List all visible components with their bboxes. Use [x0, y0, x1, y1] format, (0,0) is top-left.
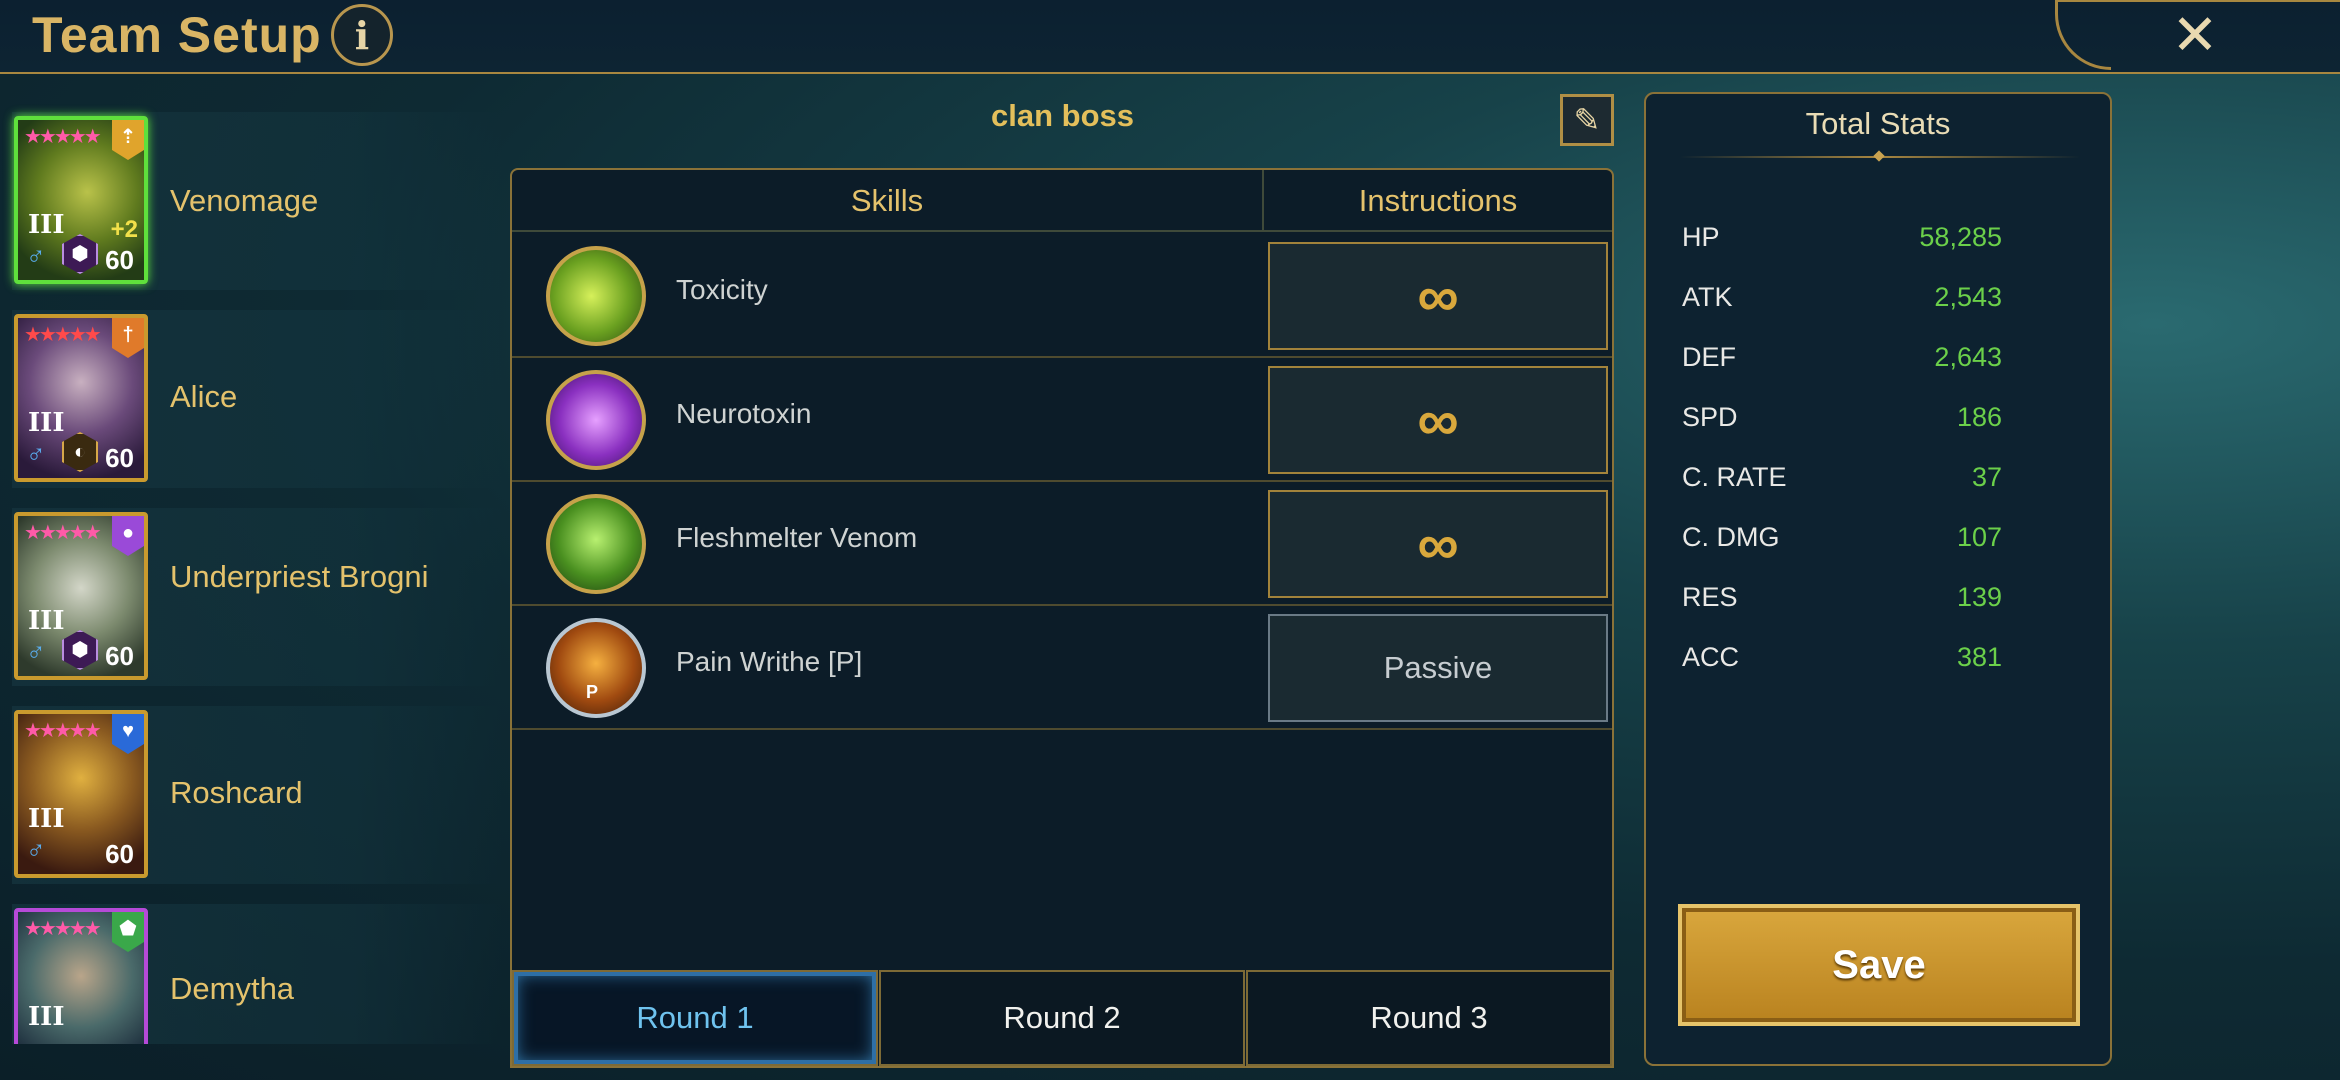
- close-icon[interactable]: ✕: [2168, 4, 2222, 66]
- champion-level: 60: [105, 245, 134, 275]
- champion-slot-2[interactable]: ★★★★★ † III ♂ ◐ 60 Alice: [12, 310, 502, 488]
- page-title: Team Setup: [32, 7, 322, 63]
- passive-label: Passive: [1268, 614, 1608, 722]
- stat-value: 186: [1956, 402, 2002, 432]
- skill-instruction-button[interactable]: ∞: [1268, 366, 1608, 474]
- total-stats-panel: Total Stats HP 58,285 ATK 2,543 DEF 2,64…: [1644, 92, 2112, 1066]
- corner-ornament: [2055, 0, 2111, 70]
- save-button[interactable]: Save: [1678, 904, 2080, 1026]
- skill-name: Pain Writhe [P]: [676, 646, 863, 677]
- ascension-rank: III: [28, 804, 65, 834]
- stat-label: RES: [1682, 582, 1738, 612]
- ascension-rank: III: [28, 606, 65, 636]
- preset-name: clan boss: [991, 98, 1134, 133]
- skill-row-pain-writhe: P Pain Writhe [P] Passive: [512, 606, 1612, 730]
- stat-row-atk: ATK 2,543: [1682, 282, 2002, 342]
- tab-round-2[interactable]: Round 2: [879, 970, 1245, 1066]
- stat-row-def: DEF 2,643: [1682, 342, 2002, 402]
- empower-level: +2: [110, 216, 138, 243]
- stat-label: C. DMG: [1682, 522, 1780, 552]
- champion-portrait[interactable]: ★★★★★ † III ♂ ◐ 60: [14, 314, 148, 482]
- stat-label: DEF: [1682, 342, 1736, 372]
- passive-tag: P: [586, 682, 599, 702]
- stat-value: 139: [1956, 582, 2002, 612]
- stat-row-crit-rate: C. RATE 37: [1682, 462, 2002, 522]
- champion-name: Underpriest Brogni: [170, 559, 429, 594]
- champion-slot-5[interactable]: ★★★★★ ⬟ III Demytha: [12, 904, 502, 1044]
- neurotoxin-skill-icon[interactable]: [546, 370, 646, 470]
- stat-value: 381: [1956, 642, 2002, 672]
- skill-name: Fleshmelter Venom: [676, 522, 918, 553]
- stat-value: 2,543: [1934, 282, 2002, 312]
- gender-icon: ♂: [26, 241, 46, 271]
- champion-name: Venomage: [170, 183, 319, 218]
- stat-label: C. RATE: [1682, 462, 1787, 492]
- fleshmelter-venom-skill-icon[interactable]: [546, 494, 646, 594]
- stars-icon: ★★★★★: [24, 324, 102, 346]
- skills-column-header: Skills: [512, 170, 1264, 232]
- skill-row-neurotoxin: Neurotoxin ∞: [512, 358, 1612, 482]
- champion-portrait[interactable]: ★★★★★ ⬟ III: [14, 908, 148, 1044]
- skill-name: Toxicity: [676, 274, 768, 305]
- champion-level: 60: [105, 443, 134, 473]
- stat-value: 2,643: [1934, 342, 2002, 372]
- stat-value: 107: [1956, 522, 2002, 552]
- gender-icon: ♂: [26, 439, 46, 469]
- skill-name: Neurotoxin: [676, 398, 812, 429]
- ascension-rank: III: [28, 408, 65, 438]
- stat-label: HP: [1682, 222, 1720, 252]
- champion-level: 60: [105, 839, 134, 869]
- skill-instruction-button[interactable]: ∞: [1268, 242, 1608, 350]
- stars-icon: ★★★★★: [24, 720, 102, 742]
- stat-row-hp: HP 58,285: [1682, 222, 2002, 282]
- skills-table-header: Skills Instructions: [512, 170, 1612, 232]
- edit-pencil-icon[interactable]: ✎: [1560, 94, 1614, 146]
- champion-portrait[interactable]: ★★★★★ ● III ♂ ⬢ 60: [14, 512, 148, 680]
- tab-round-1[interactable]: Round 1: [512, 970, 878, 1066]
- gender-icon: ♂: [26, 637, 46, 667]
- champion-level: 60: [105, 641, 134, 671]
- gender-icon: ♂: [26, 835, 46, 865]
- stat-label: ACC: [1682, 642, 1740, 672]
- champion-portrait[interactable]: ★★★★★ ♥ III ♂ 60: [14, 710, 148, 878]
- champion-portrait[interactable]: ★★★★★ ⇡ +2 III ♂ ⬢ 60: [14, 116, 148, 284]
- ascension-rank: III: [28, 210, 65, 240]
- top-bar: Team Setup i ✕: [0, 0, 2340, 74]
- champion-name: Roshcard: [170, 775, 303, 810]
- champion-slot-3[interactable]: ★★★★★ ● III ♂ ⬢ 60 Underpriest Brogni: [12, 508, 502, 686]
- divider-diamond-icon: [1873, 150, 1885, 162]
- stat-row-crit-dmg: C. DMG 107: [1682, 522, 2002, 582]
- stat-label: SPD: [1682, 402, 1738, 432]
- champion-slot-4[interactable]: ★★★★★ ♥ III ♂ 60 Roshcard: [12, 706, 502, 884]
- round-tabs: Round 1 Round 2 Round 3: [512, 970, 1612, 1066]
- stars-icon: ★★★★★: [24, 126, 102, 148]
- stat-value: 58,285: [1919, 222, 2002, 252]
- skill-instruction-button[interactable]: ∞: [1268, 490, 1608, 598]
- stat-row-res: RES 139: [1682, 582, 2002, 642]
- stats-title: Total Stats: [1805, 106, 1951, 141]
- instructions-column-header: Instructions: [1358, 183, 1518, 218]
- skill-row-fleshmelter-venom: Fleshmelter Venom ∞: [512, 482, 1612, 606]
- stars-icon: ★★★★★: [24, 918, 102, 940]
- stat-label: ATK: [1682, 282, 1733, 312]
- tab-round-3[interactable]: Round 3: [1246, 970, 1612, 1066]
- stars-icon: ★★★★★: [24, 522, 102, 544]
- pain-writhe-skill-icon[interactable]: P: [546, 618, 646, 718]
- toxicity-skill-icon[interactable]: [546, 246, 646, 346]
- stat-row-spd: SPD 186: [1682, 402, 2002, 462]
- skill-row-toxicity: Toxicity ∞: [512, 234, 1612, 358]
- champion-slot-1[interactable]: ★★★★★ ⇡ +2 III ♂ ⬢ 60 Venomage: [12, 112, 502, 290]
- skills-panel: Skills Instructions Toxicity ∞ Neurotoxi…: [510, 168, 1614, 1068]
- info-icon[interactable]: i: [331, 4, 393, 66]
- champion-name: Demytha: [170, 971, 295, 1006]
- champion-name: Alice: [170, 379, 238, 414]
- ascension-rank: III: [28, 1002, 65, 1032]
- stat-value: 37: [1971, 462, 2002, 492]
- stat-row-acc: ACC 381: [1682, 642, 2002, 702]
